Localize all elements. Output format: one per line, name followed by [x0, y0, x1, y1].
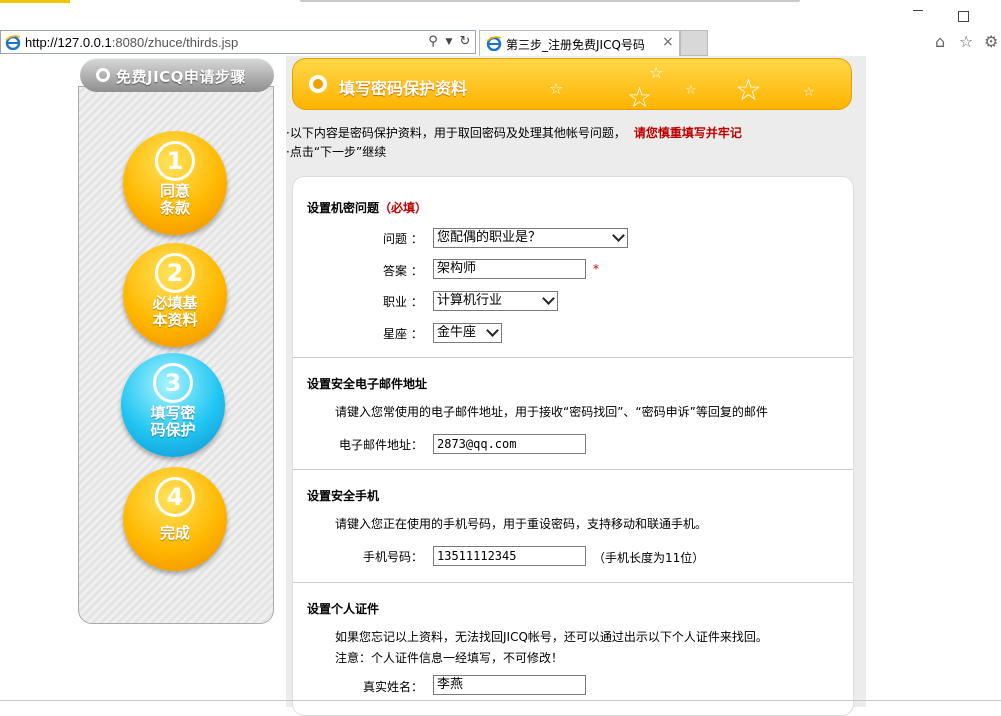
email-section-title: 设置安全电子邮件地址 — [307, 377, 428, 391]
star-icon: ☆ — [549, 79, 564, 98]
dropdown-arrow-icon[interactable]: ▼ — [441, 34, 457, 50]
job-select[interactable]: 计算机行业 — [433, 291, 558, 311]
tab-title: 第三步_注册免费JICQ号码 — [506, 38, 645, 52]
star-icon: ☆ — [627, 81, 653, 110]
zodiac-select[interactable]: 金牛座 — [433, 323, 502, 343]
step-number: 3 — [153, 363, 193, 403]
phone-label: 手机号码： — [363, 550, 424, 564]
section-divider — [293, 357, 853, 358]
phone-length-hint: （手机长度为11位） — [593, 551, 705, 565]
new-tab-button[interactable] — [680, 30, 708, 56]
chevron-down-icon — [486, 324, 499, 337]
step-number: 1 — [155, 141, 195, 181]
titlebar-accent — [0, 0, 70, 3]
required-asterisk: * — [593, 262, 599, 276]
required-tag: （必填） — [379, 201, 428, 215]
step-label: 同意 条款 — [159, 182, 190, 217]
section-divider — [293, 469, 853, 470]
question-label: 问题 ： — [383, 232, 423, 246]
page-content: 1 同意 条款 2 必填基 本资料 3 填写密 码保护 4 完成 免费JICQ申… — [0, 56, 1001, 716]
circle-bullet-icon — [309, 75, 327, 93]
refresh-icon[interactable]: ↻ — [457, 34, 473, 50]
step-number: 4 — [155, 477, 195, 517]
circle-bullet-icon — [96, 68, 110, 82]
url-text: http://127.0.0.1:8080/zhuce/thirds.jsp — [25, 35, 239, 50]
step-4-complete[interactable]: 4 完成 — [123, 467, 227, 571]
browser-tab[interactable]: 第三步_注册免费JICQ号码 × — [479, 30, 680, 56]
sidebar-title: 免费JICQ申请步骤 — [116, 68, 246, 86]
minimize-icon[interactable] — [913, 10, 923, 11]
real-name-input[interactable]: 李燕 — [433, 675, 586, 695]
address-bar[interactable]: http://127.0.0.1:8080/zhuce/thirds.jsp ⚲… — [0, 30, 476, 54]
star-icon: ☆ — [649, 63, 664, 82]
job-label: 职业 ： — [383, 295, 423, 309]
titlebar-strip — [300, 0, 800, 2]
step-label: 填写密 码保护 — [150, 404, 196, 439]
maximize-icon[interactable] — [958, 11, 969, 22]
id-warning: 注意：个人证件信息一经填写，不可修改！ — [335, 651, 564, 665]
phone-description: 请键入您正在使用的手机号码，用于重设密码，支持移动和联通手机。 — [335, 517, 708, 531]
browser-titlebar — [0, 0, 1001, 30]
home-icon[interactable]: ⌂ — [935, 32, 945, 51]
chevron-down-icon — [542, 292, 555, 305]
step-label: 完成 — [159, 524, 190, 542]
question-select[interactable]: 您配偶的职业是？ — [433, 228, 628, 248]
phone-section-title: 设置安全手机 — [307, 489, 380, 503]
email-label: 电子邮件地址： — [339, 438, 424, 452]
ie-logo-icon — [5, 35, 21, 50]
form-panel: 设置机密问题（必填） 问题 ： 您配偶的职业是？ 答案 ： 架构师 * 职业 ：… — [292, 176, 854, 716]
window-bottom-border — [0, 700, 1001, 701]
step-1-agree-terms[interactable]: 1 同意 条款 — [123, 131, 227, 235]
section-divider — [293, 582, 853, 583]
answer-input[interactable]: 架构师 — [433, 259, 586, 279]
banner-title: 填写密码保护资料 — [339, 79, 468, 98]
star-icon: ☆ — [685, 83, 697, 98]
phone-input[interactable]: 13511112345 — [433, 546, 586, 566]
zodiac-label: 星座 ： — [383, 327, 423, 341]
star-icon: ☆ — [803, 85, 815, 100]
id-description: 如果您忘记以上资料，无法找回JICQ帐号，还可以通过出示以下个人证件来找回。 — [335, 630, 768, 644]
real-name-label: 真实姓名： — [363, 680, 424, 694]
note-warning: 请您慎重填写并牢记 — [633, 126, 742, 140]
note-line-1: ·以下内容是密码保护资料，用于取回密码及处理其他帐号问题， — [286, 126, 626, 140]
close-tab-icon[interactable]: × — [662, 34, 674, 50]
step-label: 必填基 本资料 — [152, 294, 198, 329]
main-area: 填写密码保护资料 ☆ ☆ ☆ ☆ ☆ ☆ ·以下内容是密码保护资料，用于取回密码… — [286, 56, 866, 716]
settings-gear-icon[interactable]: ⚙ — [984, 32, 998, 51]
note-line-2: ·点击“下一步”继续 — [286, 145, 387, 159]
chevron-down-icon — [612, 229, 625, 242]
id-section-title: 设置个人证件 — [307, 602, 380, 616]
section-banner: 填写密码保护资料 ☆ ☆ ☆ ☆ ☆ ☆ — [292, 58, 852, 110]
search-icon[interactable]: ⚲ — [425, 34, 441, 50]
answer-label: 答案 ： — [383, 264, 423, 278]
star-icon: ☆ — [735, 73, 762, 108]
secret-question-title: 设置机密问题（必填） — [307, 201, 428, 215]
tab-ie-icon — [486, 36, 502, 51]
favorites-star-icon[interactable]: ☆ — [959, 32, 973, 51]
step-3-password-protection[interactable]: 3 填写密 码保护 — [121, 353, 225, 457]
steps-sidebar: 1 同意 条款 2 必填基 本资料 3 填写密 码保护 4 完成 免费JICQ申… — [78, 58, 276, 624]
instructions: ·以下内容是密码保护资料，用于取回密码及处理其他帐号问题， 请您慎重填写并牢记 ·… — [286, 124, 742, 162]
email-input[interactable]: 2873@qq.com — [433, 434, 586, 454]
email-description: 请键入您常使用的电子邮件地址，用于接收“密码找回”、“密码申诉”等回复的邮件 — [335, 405, 768, 419]
step-2-basic-info[interactable]: 2 必填基 本资料 — [123, 243, 227, 347]
step-number: 2 — [155, 253, 195, 293]
sidebar-header: 免费JICQ申请步骤 — [80, 58, 274, 92]
sidebar-panel: 1 同意 条款 2 必填基 本资料 3 填写密 码保护 4 完成 — [78, 86, 274, 624]
